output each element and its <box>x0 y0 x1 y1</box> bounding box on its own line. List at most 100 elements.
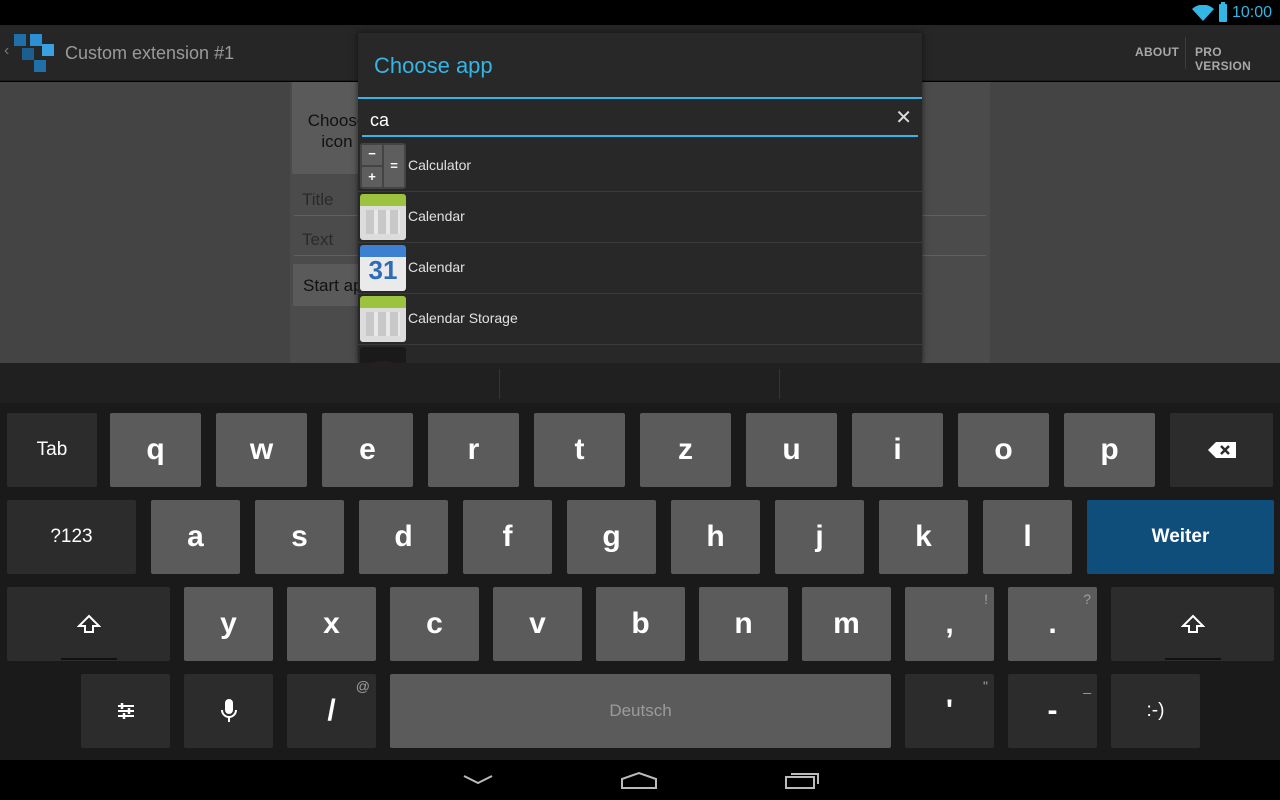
key-c[interactable]: c <box>390 587 479 661</box>
key-s[interactable]: s <box>255 500 344 574</box>
microphone-icon <box>220 699 237 722</box>
suggestion-divider <box>779 369 780 399</box>
about-button[interactable]: ABOUT <box>1135 45 1179 59</box>
list-item-label: Calendar <box>408 208 465 224</box>
home-button[interactable] <box>599 764 679 796</box>
key-j[interactable]: j <box>775 500 864 574</box>
search-field[interactable]: ✕ <box>362 103 918 137</box>
key-b[interactable]: b <box>596 587 685 661</box>
key-hyphen[interactable]: - _ <box>1008 674 1097 748</box>
key-hint: @ <box>355 678 370 694</box>
home-icon <box>621 771 657 789</box>
settings-key[interactable] <box>81 674 170 748</box>
key-h[interactable]: h <box>671 500 760 574</box>
list-item[interactable]: − = + Calculator <box>358 141 922 192</box>
app-icon <box>360 347 406 363</box>
settings-sliders-icon <box>117 703 134 719</box>
key-hint: _ <box>1083 678 1091 694</box>
key-f[interactable]: f <box>463 500 552 574</box>
key-q[interactable]: q <box>110 413 201 487</box>
list-item[interactable]: Calendar Storage <box>358 294 922 345</box>
key-x[interactable]: x <box>287 587 376 661</box>
list-item[interactable] <box>358 345 922 363</box>
key-label: , <box>945 607 954 640</box>
key-w[interactable]: w <box>216 413 307 487</box>
calculator-icon: − = + <box>360 143 406 189</box>
key-y[interactable]: y <box>184 587 273 661</box>
key-v[interactable]: v <box>493 587 582 661</box>
key-hint: ? <box>1083 591 1091 607</box>
key-u[interactable]: u <box>746 413 837 487</box>
choose-app-dialog: Choose app ✕ − = + Calculator Calendar 3… <box>358 33 922 363</box>
list-item-label: Calendar <box>408 259 465 275</box>
hide-keyboard-icon <box>463 775 493 785</box>
key-slash[interactable]: / @ <box>287 674 376 748</box>
key-k[interactable]: k <box>879 500 968 574</box>
dialog-title: Choose app <box>374 53 493 78</box>
dialog-divider <box>358 97 922 99</box>
shift-indicator <box>61 658 117 660</box>
key-tab[interactable]: Tab <box>7 413 97 487</box>
key-label: - <box>1047 694 1058 727</box>
key-smiley[interactable]: :-) <box>1111 674 1200 748</box>
google-calendar-icon: 31 <box>360 245 406 291</box>
key-r[interactable]: r <box>428 413 519 487</box>
status-bar: 10:00 <box>0 0 1280 25</box>
calendar-icon <box>360 194 406 240</box>
app-logo-icon[interactable] <box>14 34 58 74</box>
list-item[interactable]: Calendar <box>358 192 922 243</box>
suggestion-divider <box>499 369 500 399</box>
suggestion-strip <box>0 363 1280 403</box>
key-label: . <box>1048 607 1057 640</box>
wifi-icon <box>1191 5 1214 21</box>
enter-key[interactable]: Weiter <box>1087 500 1274 574</box>
action-divider <box>1185 37 1186 69</box>
key-symbols[interactable]: ?123 <box>7 500 136 574</box>
calendar-storage-icon <box>360 296 406 342</box>
key-i[interactable]: i <box>852 413 943 487</box>
search-input[interactable] <box>362 103 882 133</box>
voice-key[interactable] <box>184 674 273 748</box>
key-period[interactable]: . ? <box>1008 587 1097 661</box>
shift-indicator <box>1165 658 1221 660</box>
key-n[interactable]: n <box>699 587 788 661</box>
recents-icon <box>785 773 819 789</box>
key-p[interactable]: p <box>1064 413 1155 487</box>
app-list: − = + Calculator Calendar 31 Calendar Ca… <box>358 141 922 363</box>
soft-keyboard: Tab q w e r t z u i o p ?123 a s d f g h… <box>0 363 1280 760</box>
clock: 10:00 <box>1231 4 1272 21</box>
list-item[interactable]: 31 Calendar <box>358 243 922 294</box>
key-label: ' <box>945 694 954 727</box>
key-o[interactable]: o <box>958 413 1049 487</box>
back-button[interactable] <box>438 764 518 796</box>
key-hint: " <box>983 678 988 694</box>
key-label: / <box>327 694 336 727</box>
key-d[interactable]: d <box>359 500 448 574</box>
navigation-bar <box>0 760 1280 800</box>
shift-icon <box>1180 614 1205 633</box>
key-apostrophe[interactable]: ' " <box>905 674 994 748</box>
clear-icon[interactable]: ✕ <box>895 105 912 130</box>
list-item-label: Calendar Storage <box>408 310 518 326</box>
app-title: Custom extension #1 <box>65 43 235 63</box>
key-l[interactable]: l <box>983 500 1072 574</box>
key-m[interactable]: m <box>802 587 891 661</box>
key-z[interactable]: z <box>640 413 731 487</box>
key-a[interactable]: a <box>151 500 240 574</box>
list-item-label: Calculator <box>408 157 472 173</box>
backspace-key[interactable] <box>1170 413 1273 487</box>
key-g[interactable]: g <box>567 500 656 574</box>
key-t[interactable]: t <box>534 413 625 487</box>
key-hint: ! <box>984 591 988 607</box>
shift-icon <box>76 614 101 633</box>
up-caret-icon[interactable]: ‹ <box>4 42 9 60</box>
pro-version-button[interactable]: PRO VERSION <box>1195 45 1280 73</box>
backspace-icon <box>1207 442 1236 458</box>
battery-icon <box>1218 2 1227 22</box>
key-comma[interactable]: , ! <box>905 587 994 661</box>
recents-button[interactable] <box>762 764 842 796</box>
shift-key-right[interactable] <box>1111 587 1274 661</box>
key-e[interactable]: e <box>322 413 413 487</box>
space-key[interactable]: Deutsch <box>390 674 891 748</box>
shift-key-left[interactable] <box>7 587 170 661</box>
